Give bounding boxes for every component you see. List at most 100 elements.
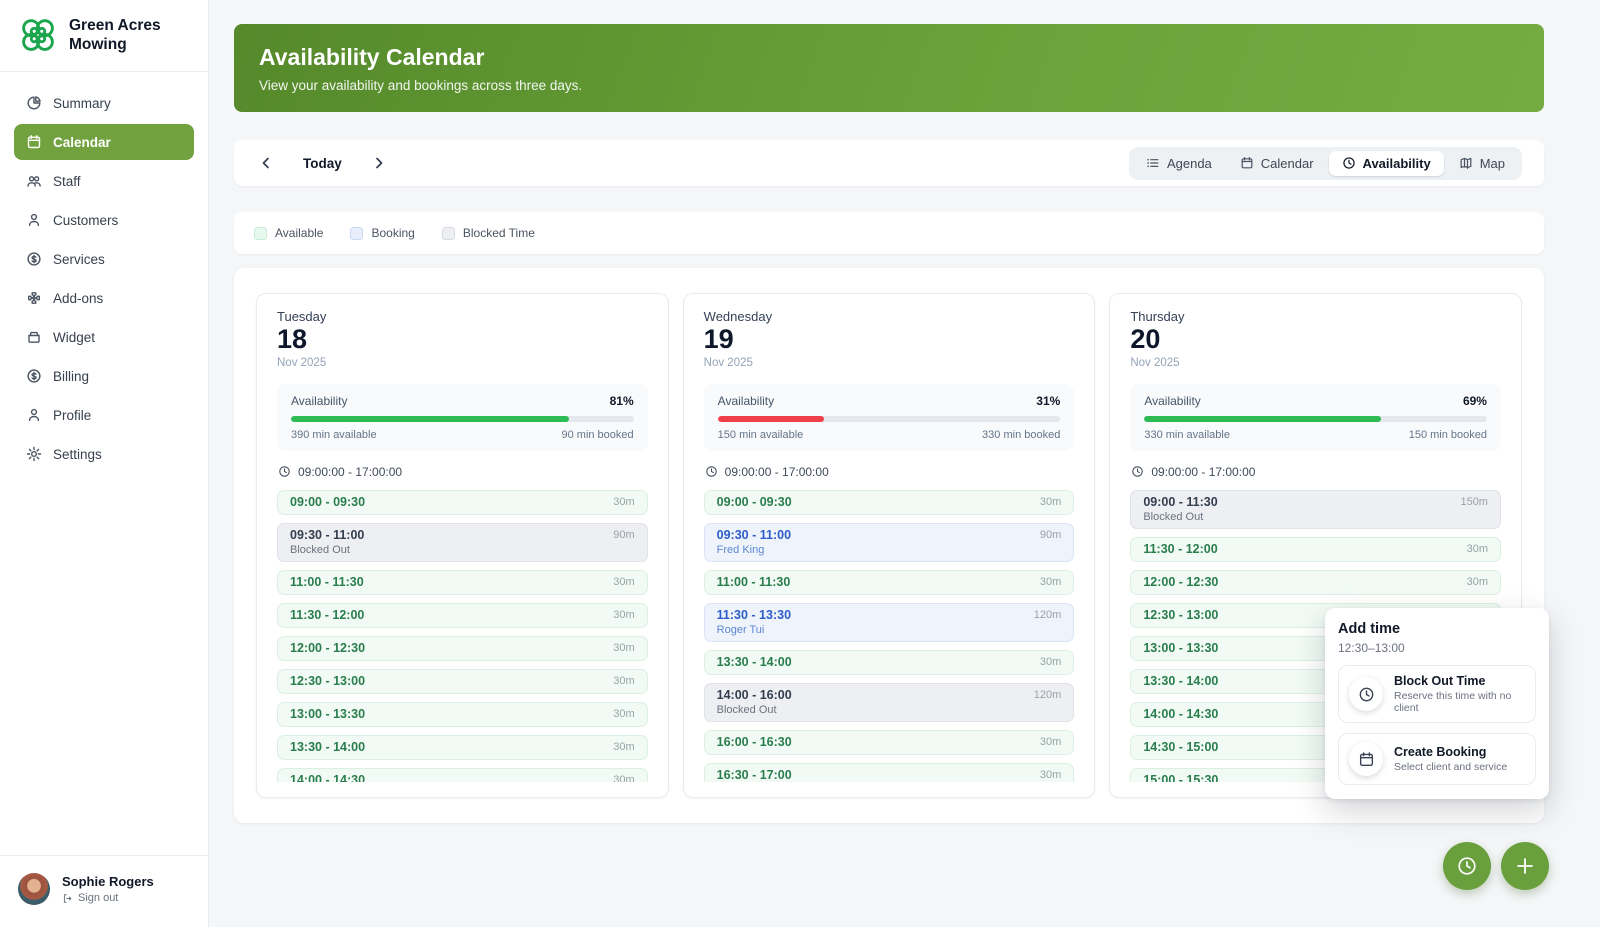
- sidebar-item-customers[interactable]: Customers: [14, 202, 194, 238]
- legend-available: Available: [254, 226, 323, 240]
- slot-time: 11:30 - 12:00: [290, 608, 364, 622]
- tab-label: Calendar: [1261, 156, 1314, 171]
- today-button[interactable]: Today: [303, 156, 342, 171]
- sidebar-item-label: Widget: [53, 330, 95, 345]
- month-label: Nov 2025: [1130, 357, 1501, 369]
- slot-duration: 30m: [613, 496, 634, 508]
- time-slot[interactable]: 13:30 - 14:0030m: [704, 650, 1075, 675]
- time-slot[interactable]: 12:30 - 13:0030m: [277, 669, 648, 694]
- month-label: Nov 2025: [704, 357, 1075, 369]
- user-name: Sophie Rogers: [62, 874, 154, 889]
- slot-duration: 30m: [613, 576, 634, 588]
- slot-time: 13:30 - 14:00: [1143, 674, 1218, 688]
- time-slot[interactable]: 09:30 - 11:0090mBlocked Out: [277, 523, 648, 562]
- legend-blocked-time: Blocked Time: [442, 226, 535, 240]
- time-slot[interactable]: 11:00 - 11:30 30m: [277, 570, 648, 595]
- client-name: Roger Tui: [717, 624, 1062, 636]
- sidebar-item-label: Staff: [53, 174, 81, 189]
- min-booked: 90 min booked: [561, 429, 633, 441]
- day-number: 19: [704, 324, 1075, 356]
- next-day-button[interactable]: [369, 153, 389, 173]
- time-slot[interactable]: 16:30 - 17:0030m: [704, 763, 1075, 782]
- sidebar-nav: Summary Calendar Staff Customers Service…: [0, 72, 208, 855]
- sidebar-item-calendar[interactable]: Calendar: [14, 124, 194, 160]
- sidebar-item-widget[interactable]: Widget: [14, 319, 194, 355]
- legend-bar: Available Booking Blocked Time: [234, 212, 1544, 254]
- slot-time: 11:00 - 11:30: [290, 575, 364, 589]
- time-slot[interactable]: 09:00 - 09:3030m: [704, 490, 1075, 515]
- time-slot[interactable]: 14:00 - 16:00120mBlocked Out: [704, 683, 1075, 722]
- time-slot[interactable]: 11:30 - 12:0030m: [277, 603, 648, 628]
- time-slot[interactable]: 12:00 - 12:3030m: [1130, 570, 1501, 595]
- time-slot[interactable]: 11:30 - 12:0030m: [1130, 537, 1501, 562]
- slot-time: 12:00 - 12:30: [290, 641, 365, 655]
- block-out-time-option[interactable]: Block Out Time Reserve this time with no…: [1338, 665, 1536, 723]
- signout-label: Sign out: [78, 892, 118, 904]
- sidebar-item-label: Customers: [53, 213, 118, 228]
- add-fab-button[interactable]: [1501, 842, 1549, 890]
- time-slot[interactable]: 12:00 - 12:30 30m: [277, 636, 648, 661]
- day-number: 18: [277, 324, 648, 356]
- min-booked: 330 min booked: [982, 429, 1060, 441]
- plus-icon: [1513, 854, 1537, 878]
- tab-agenda[interactable]: Agenda: [1133, 151, 1225, 176]
- time-slot[interactable]: 09:00 - 11:30150mBlocked Out: [1130, 490, 1501, 529]
- tab-calendar[interactable]: Calendar: [1227, 151, 1327, 176]
- legend-label: Available: [275, 226, 323, 240]
- user-panel: Sophie Rogers Sign out: [0, 855, 208, 927]
- min-available: 150 min available: [718, 429, 804, 441]
- page-title: Availability Calendar: [259, 44, 1519, 71]
- avatar[interactable]: [18, 873, 50, 905]
- sidebar-item-staff[interactable]: Staff: [14, 163, 194, 199]
- sidebar-item-services[interactable]: Services: [14, 241, 194, 277]
- sidebar-item-addons[interactable]: Add-ons: [14, 280, 194, 316]
- signout-button[interactable]: Sign out: [62, 892, 154, 904]
- time-slot[interactable]: 11:00 - 11:3030m: [704, 570, 1075, 595]
- time-slot[interactable]: 16:00 - 16:3030m: [704, 730, 1075, 755]
- page-header-banner: Availability Calendar View your availabi…: [234, 24, 1544, 112]
- booking-slot[interactable]: 09:30 - 11:0090mFred King: [704, 523, 1075, 562]
- slot-duration: 120m: [1034, 609, 1062, 621]
- slot-time: 09:00 - 09:30: [717, 495, 792, 509]
- slot-duration: 90m: [1040, 529, 1061, 541]
- sidebar-item-label: Settings: [53, 447, 102, 462]
- sidebar-item-label: Calendar: [53, 135, 111, 150]
- day-card-tuesday: Tuesday 18 Nov 2025 Availability 81% 390…: [256, 293, 669, 798]
- availability-summary: Availability 69% 330 min available 150 m…: [1130, 384, 1501, 451]
- signout-icon: [62, 893, 73, 904]
- dollar-icon: [26, 251, 42, 267]
- weekday-label: Thursday: [1130, 309, 1501, 324]
- slot-time: 09:30 - 11:00: [717, 528, 791, 542]
- availability-summary: Availability 81% 390 min available 90 mi…: [277, 384, 648, 451]
- tab-map[interactable]: Map: [1446, 151, 1518, 176]
- slot-duration: 30m: [613, 642, 634, 654]
- time-slot[interactable]: 09:00 - 09:3030m: [277, 490, 648, 515]
- booking-slot[interactable]: 11:30 - 13:30 120m Roger Tui: [704, 603, 1075, 642]
- tab-availability[interactable]: Availability: [1329, 151, 1444, 176]
- availability-label: Availability: [718, 394, 774, 408]
- slot-time: 11:30 - 13:30: [717, 608, 791, 622]
- list-icon: [1146, 156, 1160, 170]
- day-number: 20: [1130, 324, 1501, 356]
- sidebar-item-settings[interactable]: Settings: [14, 436, 194, 472]
- brand-name: Green Acres Mowing: [69, 16, 181, 55]
- legend-booking: Booking: [350, 226, 414, 240]
- view-switcher: Agenda Calendar Availability Map: [1129, 147, 1522, 180]
- slot-duration: 30m: [1467, 576, 1488, 588]
- time-slot[interactable]: 14:00 - 14:3030m: [277, 768, 648, 782]
- legend-label: Booking: [371, 226, 414, 240]
- availability-fab-button[interactable]: [1443, 842, 1491, 890]
- min-booked: 150 min booked: [1409, 429, 1487, 441]
- previous-day-button[interactable]: [256, 153, 276, 173]
- time-slot[interactable]: 13:30 - 14:0030m: [277, 735, 648, 760]
- customer-icon: [26, 212, 42, 228]
- sidebar-item-billing[interactable]: Billing: [14, 358, 194, 394]
- sidebar-item-summary[interactable]: Summary: [14, 85, 194, 121]
- availability-percent: 81%: [610, 394, 634, 408]
- date-navigation: Today: [256, 153, 389, 173]
- create-booking-option[interactable]: Create Booking Select client and service: [1338, 733, 1536, 785]
- time-slot[interactable]: 13:00 - 13:3030m: [277, 702, 648, 727]
- sidebar-item-profile[interactable]: Profile: [14, 397, 194, 433]
- slot-duration: 150m: [1460, 496, 1488, 508]
- clock-icon: [1349, 677, 1383, 711]
